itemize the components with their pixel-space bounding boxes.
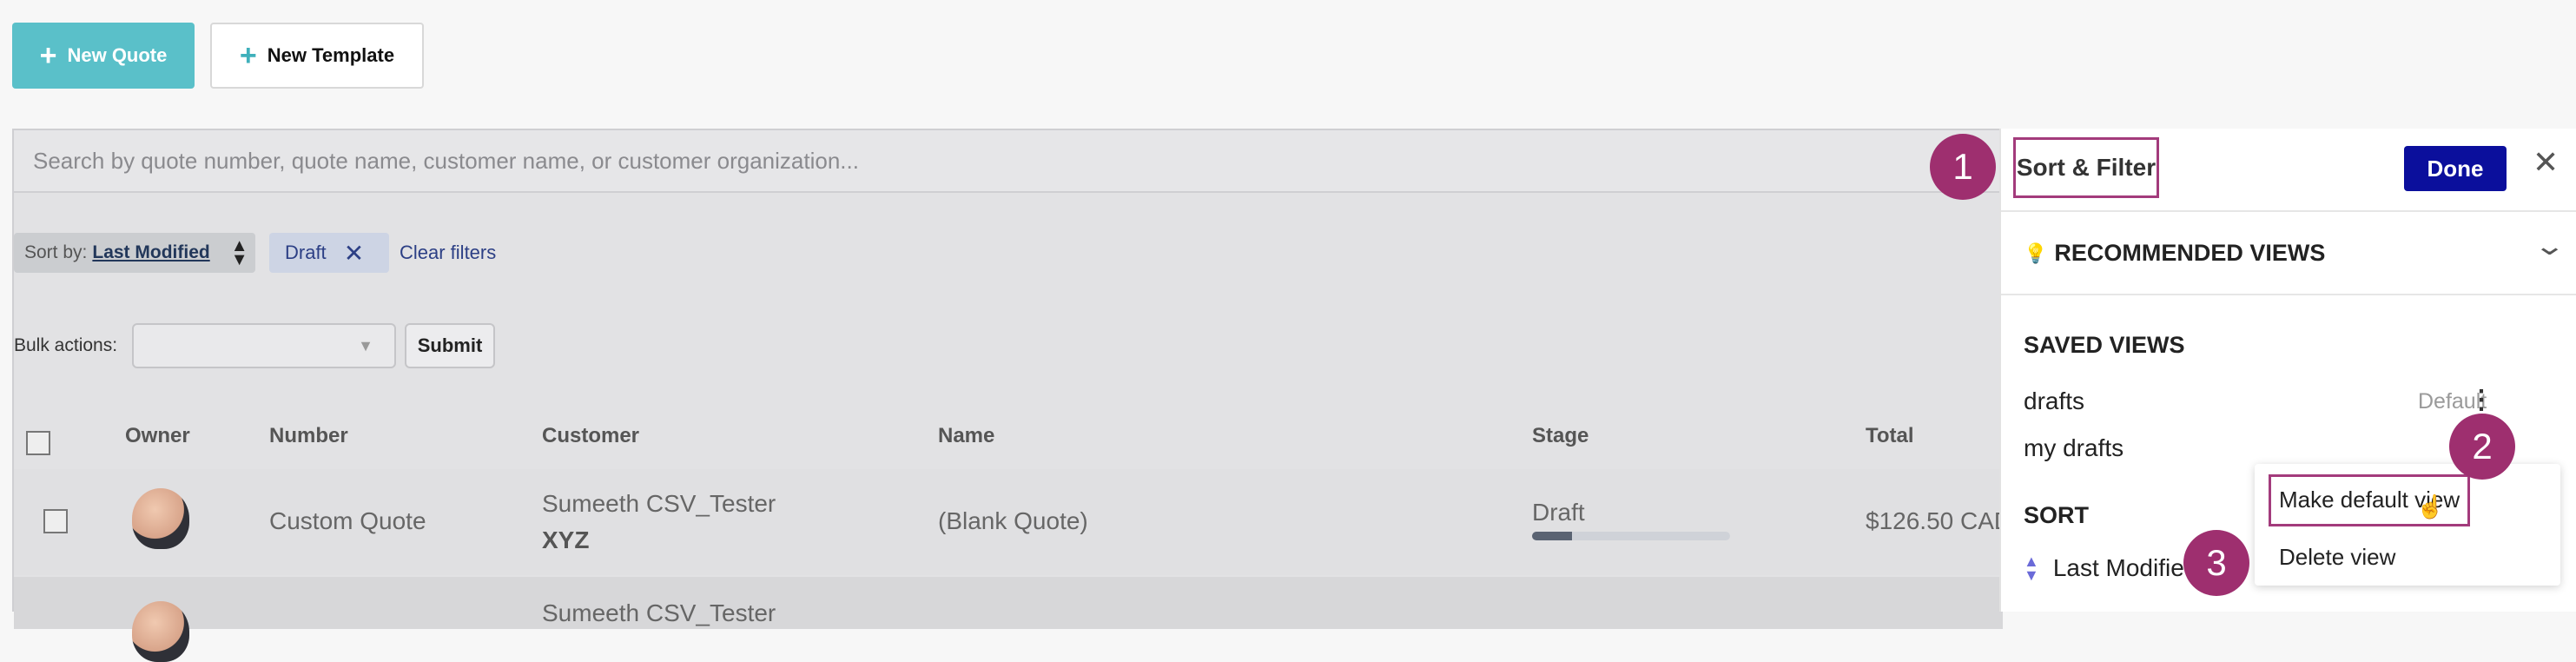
recommended-views-heading: 💡 RECOMMENDED VIEWS	[2024, 240, 2325, 267]
quote-total: $126.50 CAD	[1866, 507, 2012, 534]
more-options-icon[interactable]: ⋮	[2468, 387, 2494, 414]
customer-org: XYZ	[542, 526, 590, 553]
column-header-owner[interactable]: Owner	[125, 424, 190, 448]
row-checkbox[interactable]	[43, 509, 68, 533]
table-row[interactable]: Custom Quote Sumeeth CSV_Tester XYZ (Bla…	[14, 469, 2011, 575]
column-header-stage[interactable]: Stage	[1532, 424, 1589, 448]
delete-view-item[interactable]: Delete view	[2279, 544, 2395, 571]
customer-name: Sumeeth CSV_Tester	[542, 490, 776, 517]
search-input[interactable]: Search by quote number, quote name, cust…	[14, 130, 2003, 193]
table-row[interactable]: Sumeeth CSV_Tester	[14, 577, 2003, 662]
column-header-name[interactable]: Name	[938, 424, 994, 448]
new-quote-label: New Quote	[67, 44, 168, 66]
bulk-actions-label: Bulk actions:	[14, 335, 118, 355]
search-placeholder: Search by quote number, quote name, cust…	[33, 147, 859, 174]
step-marker-1: 1	[1930, 134, 1996, 200]
new-quote-button[interactable]: + New Quote	[12, 23, 195, 89]
sort-option[interactable]: ▲ ▼ Last Modified	[2024, 553, 2198, 585]
sort-updown-icon: ▲ ▼	[230, 236, 248, 269]
step-marker-2: 2	[2449, 414, 2515, 480]
plus-icon: +	[39, 39, 57, 72]
avatar	[132, 601, 189, 662]
saved-views-heading: SAVED VIEWS	[2024, 332, 2185, 358]
column-header-customer[interactable]: Customer	[542, 424, 639, 448]
new-template-label: New Template	[267, 44, 395, 66]
panel-header: Sort & Filter Done ✕	[2001, 129, 2576, 212]
panel-title: Sort & Filter	[2013, 137, 2159, 198]
pointer-cursor-icon: ☝	[2416, 493, 2445, 520]
sort-by-label: Sort by:	[24, 242, 88, 262]
sort-option-label: Last Modified	[2052, 554, 2198, 582]
stage-progress-fill	[1532, 532, 1572, 540]
column-header-number[interactable]: Number	[269, 424, 348, 448]
stage-label: Draft	[1532, 499, 1585, 526]
quote-number[interactable]: Custom Quote	[269, 507, 426, 535]
quote-name: (Blank Quote)	[938, 507, 1088, 534]
stage-progress-bar	[1532, 532, 1730, 540]
saved-view-item[interactable]: my drafts	[2024, 434, 2124, 462]
sort-by-control[interactable]: Sort by: Last Modified ▲ ▼	[14, 233, 255, 273]
close-icon[interactable]: ✕	[2533, 144, 2559, 181]
sort-by-value[interactable]: Last Modified	[92, 242, 209, 263]
clear-filters-link[interactable]: Clear filters	[389, 233, 496, 273]
done-button[interactable]: Done	[2404, 146, 2507, 191]
chevron-down-icon: ▼	[358, 337, 373, 354]
step-marker-3: 3	[2183, 530, 2249, 596]
recommended-views-label: RECOMMENDED VIEWS	[2054, 240, 2326, 266]
filter-chip-draft: Draft ✕	[269, 233, 389, 273]
new-template-button[interactable]: + New Template	[210, 23, 424, 89]
column-header-total[interactable]: Total	[1866, 424, 1914, 448]
quotes-list-panel: Search by quote number, quote name, cust…	[12, 129, 2011, 662]
avatar	[132, 488, 189, 549]
lightbulb-icon: 💡	[2024, 242, 2048, 264]
customer-name: Sumeeth CSV_Tester	[542, 599, 776, 626]
saved-view-item[interactable]: drafts	[2024, 387, 2084, 415]
select-all-checkbox[interactable]	[26, 431, 50, 455]
filter-chip-label: Draft	[285, 242, 327, 263]
remove-filter-icon[interactable]: ✕	[344, 239, 364, 268]
sort-arrows-icon: ▲ ▼	[2024, 553, 2039, 585]
recommended-views-section[interactable]: 💡 RECOMMENDED VIEWS ⌄	[2001, 212, 2576, 295]
plus-icon: +	[239, 39, 257, 72]
submit-button[interactable]: Submit	[405, 323, 495, 368]
sort-heading: SORT	[2024, 502, 2090, 528]
bulk-actions-select[interactable]: ▼	[132, 323, 396, 368]
chevron-down-icon[interactable]: ⌄	[2533, 231, 2566, 261]
